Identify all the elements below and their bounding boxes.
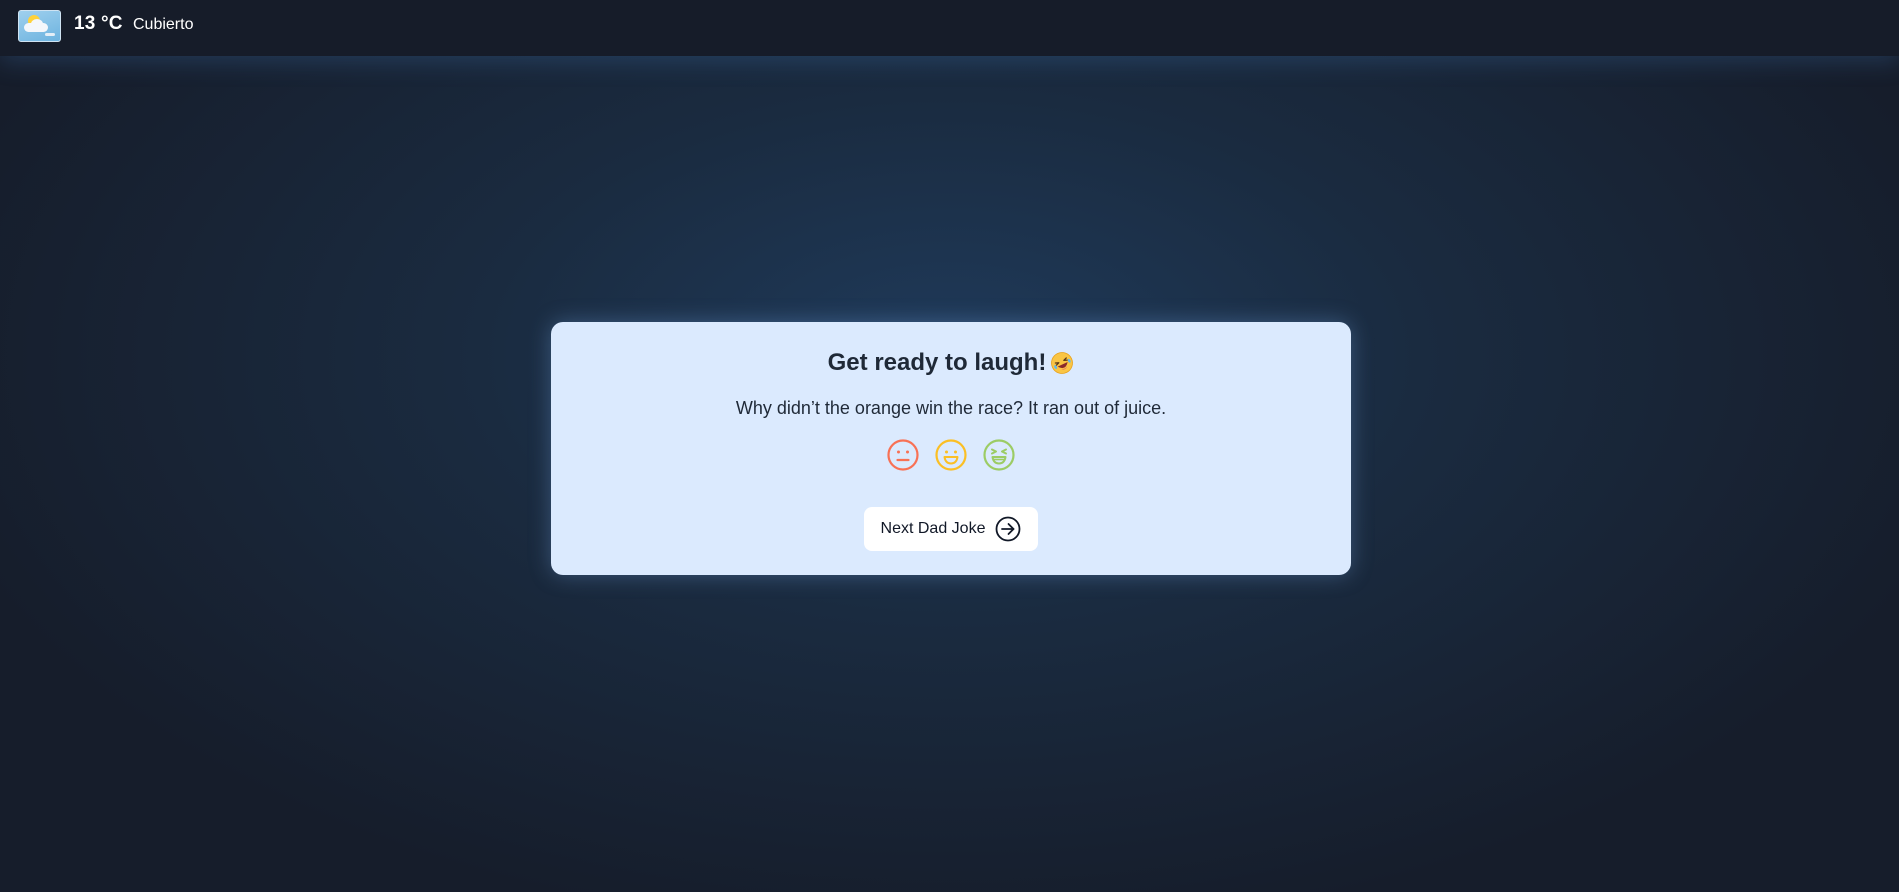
smiling-face-icon[interactable]	[934, 438, 968, 472]
partly-cloudy-icon	[18, 10, 61, 42]
rolling-on-floor-laughing-icon	[1050, 351, 1074, 375]
neutral-face-icon[interactable]	[886, 438, 920, 472]
rating-options	[551, 438, 1351, 472]
laughing-face-icon[interactable]	[982, 438, 1016, 472]
weather-temperature: 13 °C	[74, 13, 123, 34]
next-joke-label: Next Dad Joke	[880, 520, 986, 537]
next-joke-button[interactable]: Next Dad Joke	[864, 507, 1038, 551]
card-title: Get ready to laugh!	[827, 349, 1047, 376]
joke-card: Get ready to laugh! Why didn’t the orang…	[551, 322, 1351, 575]
taskbar-weather-widget[interactable]: 13 °C Cubierto	[0, 0, 1899, 56]
weather-condition: Cubierto	[133, 16, 194, 33]
arrow-circle-right-icon	[996, 516, 1021, 542]
card-title-row: Get ready to laugh!	[551, 349, 1351, 377]
joke-text: Why didn’t the orange win the race? It r…	[735, 398, 1167, 418]
